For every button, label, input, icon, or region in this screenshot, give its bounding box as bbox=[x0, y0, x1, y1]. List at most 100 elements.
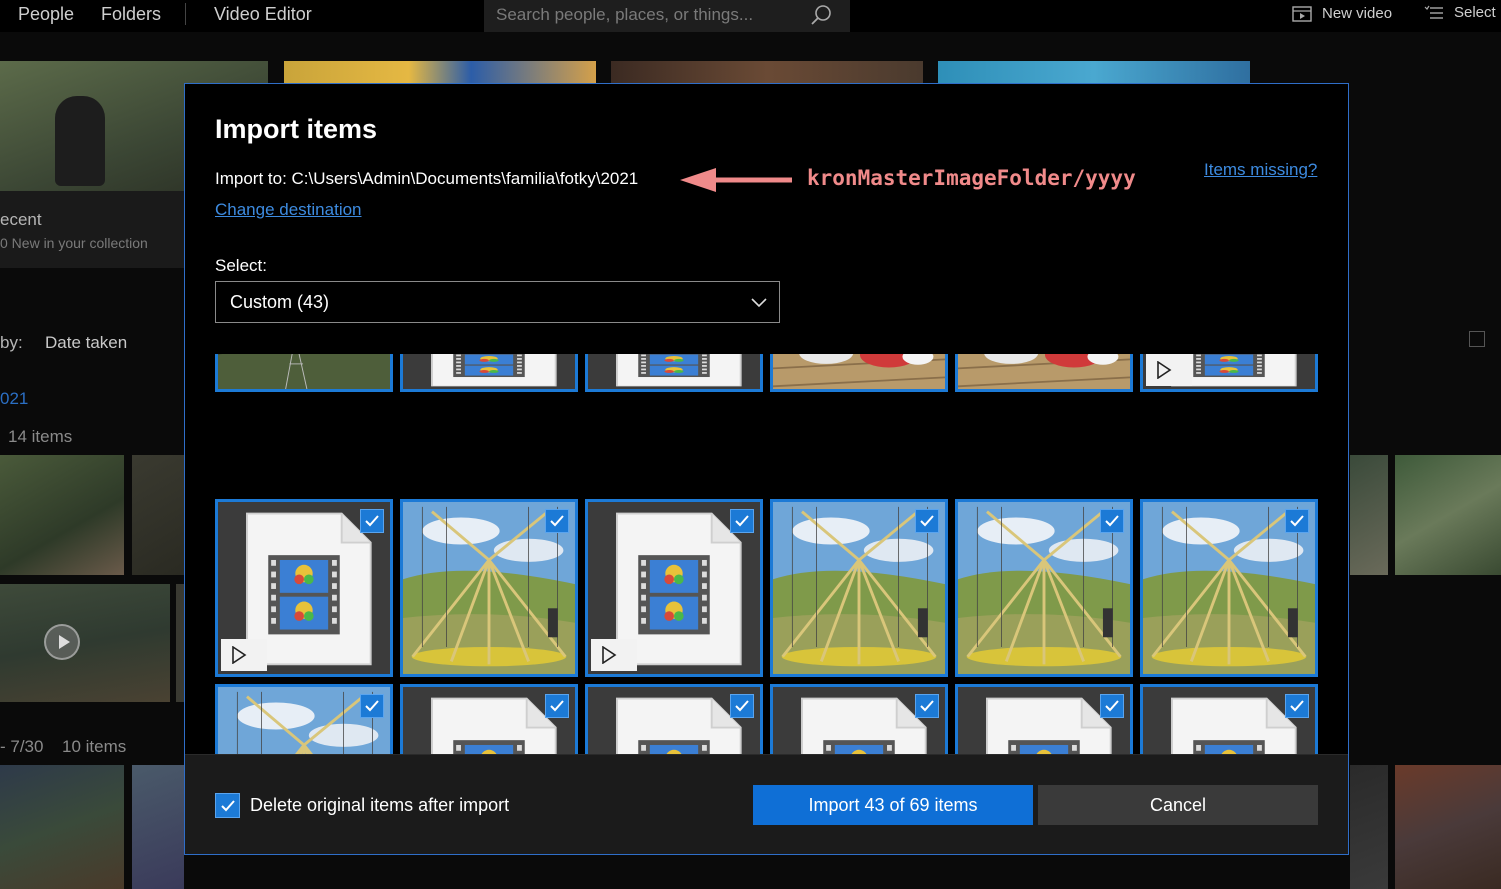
video-thumbnail[interactable] bbox=[585, 684, 763, 754]
new-video-label: New video bbox=[1322, 4, 1393, 22]
video-thumbnail[interactable] bbox=[585, 499, 763, 677]
import-destination-path: Import to: C:\Users\Admin\Documents\fami… bbox=[215, 169, 639, 188]
selection-checkbox[interactable] bbox=[730, 694, 754, 718]
gallery-video-thumb[interactable] bbox=[0, 584, 170, 702]
photo-thumbnail[interactable] bbox=[955, 354, 1133, 392]
kids-floor-image bbox=[773, 354, 945, 389]
selection-checkbox[interactable] bbox=[1100, 509, 1124, 533]
photos-app-window: People Folders Video Editor New video Se… bbox=[0, 0, 1501, 889]
gallery-thumb[interactable] bbox=[0, 765, 124, 889]
gallery-thumb[interactable] bbox=[1395, 455, 1501, 575]
selection-checkbox[interactable] bbox=[730, 509, 754, 533]
select-label: Select bbox=[1454, 4, 1496, 21]
photo-thumbnail[interactable] bbox=[215, 684, 393, 754]
checkmark-icon bbox=[735, 700, 749, 712]
delete-originals-checkbox[interactable] bbox=[215, 793, 240, 818]
checkmark-icon bbox=[920, 700, 934, 712]
video-thumbnail[interactable] bbox=[400, 354, 578, 392]
year-link[interactable]: 021 bbox=[0, 389, 28, 409]
video-thumbnail[interactable] bbox=[770, 684, 948, 754]
change-destination-link[interactable]: Change destination bbox=[215, 200, 362, 220]
selection-checkbox[interactable] bbox=[1100, 694, 1124, 718]
group-date: - 7/30 bbox=[0, 737, 44, 756]
gallery-thumb[interactable] bbox=[284, 61, 596, 83]
checkmark-icon bbox=[1290, 700, 1304, 712]
gallery-thumb[interactable] bbox=[611, 61, 923, 83]
play-icon[interactable] bbox=[44, 624, 80, 660]
video-badge bbox=[591, 639, 637, 671]
selection-checkbox[interactable] bbox=[915, 509, 939, 533]
video-file-image bbox=[403, 354, 575, 389]
nav-video-editor[interactable]: Video Editor bbox=[214, 4, 312, 25]
select-mode-button[interactable]: Select bbox=[1424, 4, 1496, 21]
annotation-arrow-icon bbox=[680, 168, 792, 192]
video-file-image bbox=[588, 354, 760, 389]
photo-thumbnail[interactable] bbox=[215, 354, 393, 392]
sort-prefix: by: bbox=[0, 333, 23, 352]
video-badge bbox=[221, 639, 267, 671]
nav-folders[interactable]: Folders bbox=[101, 4, 161, 25]
checkmark-icon bbox=[550, 700, 564, 712]
group-select-checkbox[interactable] bbox=[1469, 331, 1485, 347]
selection-dropdown-value: Custom (43) bbox=[230, 292, 330, 312]
items-missing-link[interactable]: Items missing? bbox=[1204, 160, 1317, 180]
search-box[interactable] bbox=[484, 0, 850, 32]
play-icon bbox=[232, 646, 247, 664]
checkmark-icon bbox=[1105, 515, 1119, 527]
gallery-thumb[interactable] bbox=[1395, 765, 1501, 889]
import-button[interactable]: Import 43 of 69 items bbox=[753, 785, 1033, 825]
cancel-button[interactable]: Cancel bbox=[1038, 785, 1318, 825]
dialog-footer: Delete original items after import Impor… bbox=[185, 754, 1348, 854]
play-icon bbox=[602, 646, 617, 664]
new-video-button[interactable]: New video bbox=[1292, 4, 1392, 22]
import-items-grid bbox=[215, 354, 1319, 754]
gallery-thumb[interactable] bbox=[938, 61, 1250, 83]
selection-checkbox[interactable] bbox=[1285, 509, 1309, 533]
photo-thumbnail[interactable] bbox=[770, 354, 948, 392]
dialog-title: Import items bbox=[215, 114, 378, 144]
photo-thumbnail[interactable] bbox=[400, 499, 578, 677]
annotation-label: kronMasterImageFolder/yyyy bbox=[807, 166, 1136, 190]
group-count: 10 items bbox=[62, 737, 127, 756]
new-video-icon bbox=[1292, 6, 1312, 22]
gallery-thumb[interactable] bbox=[1350, 455, 1388, 575]
selection-checkbox[interactable] bbox=[915, 694, 939, 718]
video-thumbnail[interactable] bbox=[400, 684, 578, 754]
selection-checkbox[interactable] bbox=[1285, 694, 1309, 718]
gallery-thumb[interactable] bbox=[132, 455, 184, 575]
search-icon[interactable] bbox=[810, 4, 832, 26]
video-badge bbox=[1146, 354, 1192, 386]
selection-dropdown[interactable]: Custom (43) bbox=[215, 281, 780, 323]
selection-checkbox[interactable] bbox=[360, 509, 384, 533]
gallery-thumb[interactable] bbox=[176, 584, 184, 702]
video-thumbnail[interactable] bbox=[215, 499, 393, 677]
selection-checkbox[interactable] bbox=[360, 694, 384, 718]
video-thumbnail[interactable] bbox=[1140, 684, 1318, 754]
gallery-thumb[interactable] bbox=[1350, 765, 1388, 889]
checkmark-icon bbox=[365, 515, 379, 527]
checkmark-icon bbox=[735, 515, 749, 527]
import-items-dialog: Import items Import to: C:\Users\Admin\D… bbox=[184, 83, 1349, 855]
sort-dropdown[interactable]: Date taken bbox=[45, 333, 127, 353]
selection-checkbox[interactable] bbox=[545, 509, 569, 533]
delete-originals-label[interactable]: Delete original items after import bbox=[250, 795, 509, 816]
gallery-thumb[interactable] bbox=[132, 765, 184, 889]
video-thumbnail[interactable] bbox=[1140, 354, 1318, 392]
photo-thumbnail[interactable] bbox=[770, 499, 948, 677]
checkmark-icon bbox=[221, 800, 235, 812]
photo-thumbnail[interactable] bbox=[1140, 499, 1318, 677]
search-input[interactable] bbox=[496, 4, 796, 26]
checkmark-icon bbox=[920, 515, 934, 527]
checkmark-icon bbox=[1105, 700, 1119, 712]
play-icon bbox=[1157, 361, 1172, 379]
selection-checkbox[interactable] bbox=[545, 694, 569, 718]
select-list-icon bbox=[1424, 5, 1443, 19]
gallery-thumb[interactable] bbox=[0, 455, 124, 575]
checkmark-icon bbox=[365, 700, 379, 712]
video-thumbnail[interactable] bbox=[955, 684, 1133, 754]
photo-thumbnail[interactable] bbox=[955, 499, 1133, 677]
nav-divider bbox=[185, 3, 186, 25]
select-label: Select: bbox=[215, 256, 267, 275]
video-thumbnail[interactable] bbox=[585, 354, 763, 392]
nav-people[interactable]: People bbox=[18, 4, 74, 25]
